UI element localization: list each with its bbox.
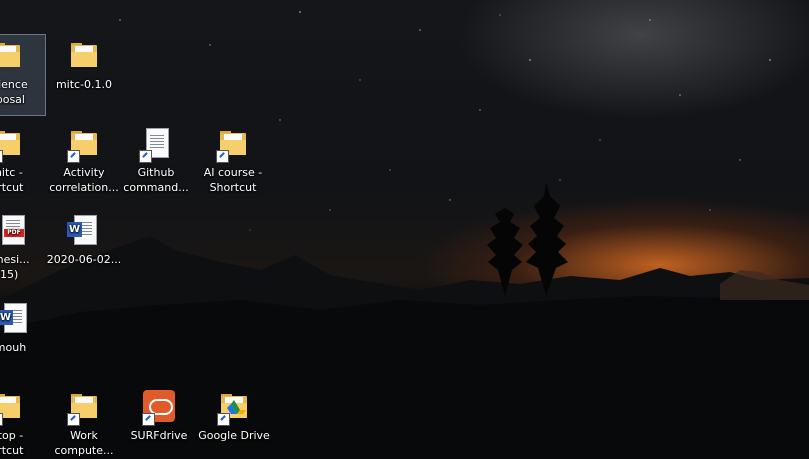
icon-label: nmouh xyxy=(0,341,27,354)
folder-shortcut-icon xyxy=(216,127,250,163)
folder-shortcut-icon xyxy=(0,127,24,163)
desktop-icon-activity-correlation[interactable]: Activity correlation... xyxy=(46,123,122,203)
shortcut-arrow-icon xyxy=(0,150,3,163)
shortcut-arrow-icon xyxy=(217,413,230,426)
shortcut-arrow-icon xyxy=(216,150,229,163)
desktop-icon-ai-course-shortcut[interactable]: AI course - Shortcut xyxy=(195,123,271,203)
icon-label: 2020-06-02... xyxy=(46,253,122,266)
desktop-icon-thesis-pdf[interactable]: PDF _Thesi... (15) xyxy=(0,210,45,290)
icon-label: _Thesi... (15) xyxy=(0,253,30,281)
desktop-icon-mmouh-word[interactable]: W nmouh xyxy=(0,298,45,378)
icon-label: Google Drive xyxy=(198,429,270,442)
shortcut-arrow-icon xyxy=(67,413,80,426)
shortcut-arrow-icon xyxy=(67,150,80,163)
desktop-icon-surfdrive[interactable]: SURFdrive xyxy=(121,386,197,459)
pdf-icon: PDF xyxy=(0,214,25,248)
google-drive-icon xyxy=(217,390,251,426)
icon-label: mitc-0.1.0 xyxy=(55,78,113,91)
folder-shortcut-icon xyxy=(0,390,24,426)
desktop-icon-work-computer[interactable]: Work compute... xyxy=(46,386,122,459)
icon-label: Work compute... xyxy=(54,429,114,457)
icon-label: AI course - Shortcut xyxy=(203,166,263,194)
folder-shortcut-icon xyxy=(67,127,101,163)
desktop-icon-google-drive[interactable]: Google Drive xyxy=(196,386,272,459)
icon-label: Activity correlation... xyxy=(49,166,119,194)
word-document-icon: W xyxy=(0,302,27,336)
icon-label: Github command... xyxy=(123,166,189,194)
shortcut-arrow-icon xyxy=(139,150,152,163)
text-document-icon xyxy=(139,127,173,163)
word-document-icon: W xyxy=(67,214,101,248)
folder-icon xyxy=(0,39,24,73)
icon-label: SURFdrive xyxy=(130,429,188,442)
desktop-icon-word-2020-06-02[interactable]: W 2020-06-02... xyxy=(46,210,122,290)
icon-label: mitc - ortcut xyxy=(0,166,24,194)
desktop-icon-github-command[interactable]: Github command... xyxy=(118,123,194,203)
desktop-wallpaper[interactable]: silience oposal mitc-0.1.0 mitc - ortcut… xyxy=(0,0,809,459)
desktop-icon-mitc-010[interactable]: mitc-0.1.0 xyxy=(46,35,122,115)
desktop-icon-resilience-proposal[interactable]: silience oposal xyxy=(0,34,46,116)
folder-shortcut-icon xyxy=(67,390,101,426)
desktop-icon-mitc-shortcut[interactable]: mitc - ortcut xyxy=(0,123,45,203)
surfdrive-icon xyxy=(142,390,176,426)
shortcut-arrow-icon xyxy=(142,413,155,426)
shortcut-arrow-icon xyxy=(0,413,3,426)
icon-label: ptop - ortcut xyxy=(0,429,24,457)
folder-icon xyxy=(67,39,101,73)
desktop-icon-laptop-shortcut[interactable]: ptop - ortcut xyxy=(0,386,45,459)
icon-label: silience oposal xyxy=(0,78,28,106)
